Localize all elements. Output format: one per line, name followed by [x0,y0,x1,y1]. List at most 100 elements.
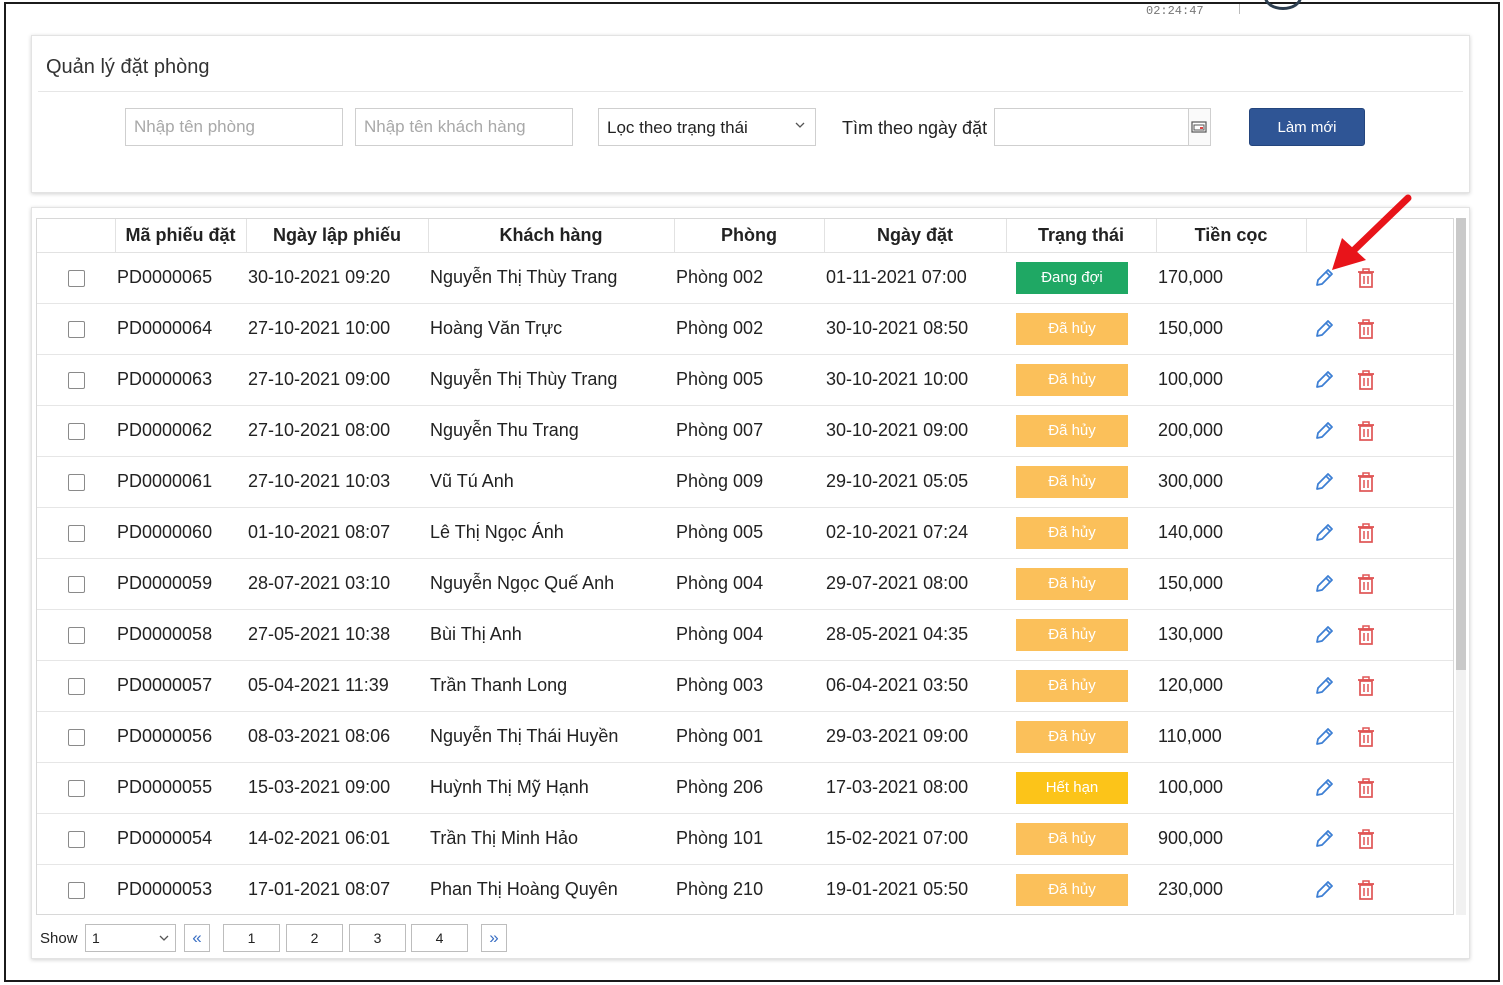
filter-panel: Quản lý đặt phòng Lọc theo trạng thái Tì… [31,35,1470,193]
table-row[interactable]: PD0000064 27-10-2021 10:00 Hoàng Văn Trực P… [37,303,1453,355]
header-customer[interactable]: Khách hàng [428,219,675,253]
table-row[interactable]: PD0000065 30-10-2021 09:20 Nguyễn Thị Thùy… [37,252,1453,304]
header-booked[interactable]: Ngày đặt [824,219,1007,253]
header-status[interactable]: Trạng thái [1006,219,1157,253]
row-checkbox[interactable] [67,473,85,491]
row-checkbox[interactable] [67,269,85,287]
prev-page-button[interactable]: « [184,924,210,952]
row-checkbox[interactable] [67,830,85,848]
pencil-icon[interactable] [1313,726,1335,748]
pencil-icon[interactable] [1313,420,1335,442]
page-2-button[interactable]: 2 [286,924,343,952]
trash-icon[interactable] [1355,471,1377,493]
pencil-icon[interactable] [1313,828,1335,850]
table-row[interactable]: PD0000063 27-10-2021 09:00 Nguyễn Thị Thùy… [37,354,1453,406]
row-checkbox[interactable] [67,575,85,593]
header-room[interactable]: Phòng [674,219,825,253]
page-3-button[interactable]: 3 [349,924,406,952]
trash-icon[interactable] [1355,879,1377,901]
pencil-icon[interactable] [1313,624,1335,646]
trash-icon[interactable] [1355,369,1377,391]
page-4-button[interactable]: 4 [411,924,468,952]
calendar-button[interactable] [1189,108,1211,146]
customer-name: Nguyễn Thu Trang [428,405,674,457]
refresh-button[interactable]: Làm mới [1249,108,1365,146]
trash-icon[interactable] [1355,675,1377,697]
row-checkbox[interactable] [67,371,85,389]
trash-icon[interactable] [1355,828,1377,850]
trash-icon[interactable] [1355,573,1377,595]
row-checkbox[interactable] [67,626,85,644]
table-row[interactable]: PD0000062 27-10-2021 08:00 Nguyễn Thu Tran… [37,405,1453,457]
row-checkbox[interactable] [67,779,85,797]
header-created[interactable]: Ngày lập phiếu [246,219,429,253]
pencil-icon[interactable] [1313,267,1335,289]
header-deposit[interactable]: Tiền cọc [1156,219,1307,253]
trash-icon[interactable] [1355,318,1377,340]
table-row[interactable]: PD0000056 08-03-2021 08:06 Nguyễn Thị Thái… [37,711,1453,763]
customer-name-input[interactable] [355,108,573,146]
pencil-icon[interactable] [1313,573,1335,595]
pencil-icon[interactable] [1313,879,1335,901]
trash-icon[interactable] [1355,420,1377,442]
header-code[interactable]: Mã phiếu đặt [115,219,247,253]
row-checkbox[interactable] [67,728,85,746]
status-filter-select[interactable]: Lọc theo trạng thái [598,108,816,146]
pencil-icon[interactable] [1313,471,1335,493]
status-badge: Đã hủy [1016,669,1128,702]
table-row[interactable]: PD0000053 17-01-2021 08:07 Phan Thị Hoàng … [37,864,1453,914]
next-page-button[interactable]: » [481,924,507,952]
row-select-cell [37,405,115,457]
table-row[interactable]: PD0000054 14-02-2021 06:01 Trần Thị Minh H… [37,813,1453,865]
status-badge: Đã hủy [1016,720,1128,753]
customer-name: Trần Thanh Long [428,660,674,712]
table-row[interactable]: PD0000058 27-05-2021 10:38 Bùi Thị Anh Phòn… [37,609,1453,661]
date-input[interactable] [994,108,1189,146]
customer-name: Nguyễn Thị Thùy Trang [428,354,674,406]
page-size-select[interactable]: 1 [85,924,176,952]
booking-table-scroll[interactable]: Mã phiếu đặt Ngày lập phiếu Khách hàng P… [36,218,1454,915]
customer-name: Vũ Tú Anh [428,456,674,508]
booking-code: PD0000064 [115,303,246,355]
row-select-cell [37,711,115,763]
pencil-icon[interactable] [1313,369,1335,391]
row-checkbox[interactable] [67,524,85,542]
row-checkbox[interactable] [67,881,85,899]
table-row[interactable]: PD0000057 05-04-2021 11:39 Trần Thanh Long… [37,660,1453,712]
status-cell: Đã hủy [1006,864,1156,914]
created-date: 05-04-2021 11:39 [246,660,428,712]
row-checkbox[interactable] [67,677,85,695]
created-date: 08-03-2021 08:06 [246,711,428,763]
status-cell: Đã hủy [1006,660,1156,712]
trash-icon[interactable] [1355,267,1377,289]
table-row[interactable]: PD0000059 28-07-2021 03:10 Nguyễn Ngọc Quế… [37,558,1453,610]
created-date: 17-01-2021 08:07 [246,864,428,914]
booking-code: PD0000055 [115,762,246,814]
created-date: 15-03-2021 09:00 [246,762,428,814]
room-name: Phòng 101 [674,813,824,865]
created-date: 14-02-2021 06:01 [246,813,428,865]
pencil-icon[interactable] [1313,675,1335,697]
deposit-amount: 150,000 [1156,558,1306,610]
page-1-button[interactable]: 1 [223,924,280,952]
table-scrollbar[interactable] [1456,218,1466,915]
pencil-icon[interactable] [1313,777,1335,799]
calendar-icon [1191,121,1207,133]
chevron-down-icon [795,122,805,128]
scrollbar-thumb[interactable] [1456,218,1466,670]
pencil-icon[interactable] [1313,522,1335,544]
room-name-input[interactable] [125,108,343,146]
table-row[interactable]: PD0000060 01-10-2021 08:07 Lê Thị Ngọc Ánh… [37,507,1453,559]
pencil-icon[interactable] [1313,318,1335,340]
trash-icon[interactable] [1355,777,1377,799]
trash-icon[interactable] [1355,726,1377,748]
row-checkbox[interactable] [67,320,85,338]
deposit-amount: 100,000 [1156,354,1306,406]
row-checkbox[interactable] [67,422,85,440]
trash-icon[interactable] [1355,522,1377,544]
avatar[interactable] [1264,0,1302,10]
table-row[interactable]: PD0000055 15-03-2021 09:00 Huỳnh Thị Mỹ Hạ… [37,762,1453,814]
header-divider [1239,4,1240,14]
table-row[interactable]: PD0000061 27-10-2021 10:03 Vũ Tú Anh Phòng … [37,456,1453,508]
trash-icon[interactable] [1355,624,1377,646]
